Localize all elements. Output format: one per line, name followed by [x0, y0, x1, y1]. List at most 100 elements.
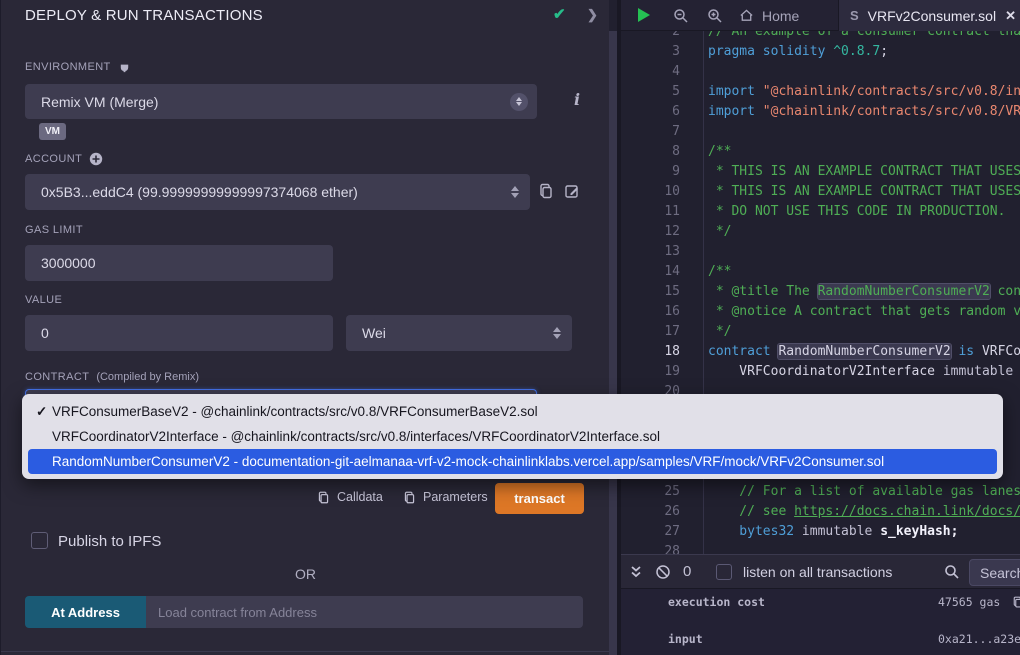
gas-limit-label: GAS LIMIT [25, 224, 83, 236]
line-number: 2 [621, 31, 680, 42]
line-content: contract RandomNumberConsumerV2 is VRFCo… [708, 342, 1020, 362]
code-line-18[interactable]: 18 contract RandomNumberConsumerV2 is VRF… [621, 342, 1020, 362]
line-number: 15 [621, 282, 680, 302]
vm-badge: VM [39, 123, 66, 140]
listen-transactions-label: listen on all transactions [743, 564, 892, 580]
line-number: 4 [621, 62, 680, 82]
line-number: 25 [621, 482, 680, 502]
code-line-12[interactable]: 12 */ [621, 222, 1020, 242]
code-line-17[interactable]: 17 */ [621, 322, 1020, 342]
contract-option-2[interactable]: RandomNumberConsumerV2 - documentation-g… [28, 449, 997, 474]
code-line-26[interactable]: 26 // see https://docs.chain.link/docs/v… [621, 502, 1020, 522]
code-line-5[interactable]: 5import "@chainlink/contracts/src/v0.8/i… [621, 82, 1020, 102]
code-line-28[interactable]: 28 [621, 542, 1020, 554]
value-input[interactable]: 0 [25, 315, 333, 351]
code-line-16[interactable]: 16 * @notice A contract that gets random… [621, 302, 1020, 322]
line-content: * THIS IS AN EXAMPLE CONTRACT THAT USES … [708, 182, 1020, 202]
line-number: 7 [621, 122, 680, 142]
line-content: // see https://docs.chain.link/docs/vrf-… [708, 502, 1020, 522]
line-number: 16 [621, 302, 680, 322]
code-line-4[interactable]: 4 [621, 62, 1020, 82]
code-line-3[interactable]: 3pragma solidity ^0.8.7; [621, 42, 1020, 62]
code-line-2[interactable]: 2// An example of a consumer contract th… [621, 31, 1020, 42]
copy-parameters-icon [403, 491, 416, 504]
edit-account-icon[interactable] [564, 183, 580, 199]
environment-info-icon[interactable]: i [574, 90, 580, 109]
line-number: 5 [621, 82, 680, 102]
clear-console-ban-icon[interactable] [655, 564, 671, 580]
code-line-13[interactable]: 13 [621, 242, 1020, 262]
line-content: VRFCoordinatorV2Interface immutable COOR… [708, 362, 1020, 382]
line-number: 14 [621, 262, 680, 282]
line-number: 27 [621, 522, 680, 542]
tab-vrfv2consumer[interactable]: S VRFv2Consumer.sol ✕ [838, 0, 1020, 31]
code-line-19[interactable]: 19 VRFCoordinatorV2Interface immutable C… [621, 362, 1020, 382]
run-script-play-icon[interactable] [638, 8, 650, 22]
account-select[interactable]: 0x5B3...eddC4 (99.99999999999997374068 e… [25, 174, 530, 210]
code-line-7[interactable]: 7 [621, 122, 1020, 142]
deploy-run-panel: DEPLOY & RUN TRANSACTIONS ✔ ❯ ENVIRONMEN… [0, 0, 609, 655]
line-content: * @notice A contract that gets random va… [708, 302, 1020, 322]
page-title: DEPLOY & RUN TRANSACTIONS [25, 7, 263, 24]
value-unit-select[interactable]: Wei [346, 315, 572, 351]
panel-bottom-divider [1, 651, 610, 652]
add-account-plus-icon[interactable] [89, 152, 103, 166]
line-number: 8 [621, 142, 680, 162]
line-number: 18 [621, 342, 680, 362]
copy-value-icon[interactable] [1012, 596, 1020, 608]
select-stepper-icon [511, 186, 519, 198]
option-label: VRFConsumerBaseV2 - @chainlink/contracts… [52, 404, 538, 419]
environment-select[interactable]: Remix VM (Merge) [25, 84, 537, 119]
transact-button[interactable]: transact [495, 483, 584, 514]
home-icon [739, 8, 754, 23]
code-line-25[interactable]: 25 // For a list of available gas lanes … [621, 482, 1020, 502]
line-number: 11 [621, 202, 680, 222]
line-number: 28 [621, 542, 680, 554]
code-line-8[interactable]: 8/** [621, 142, 1020, 162]
code-line-9[interactable]: 9 * THIS IS AN EXAMPLE CONTRACT THAT USE… [621, 162, 1020, 182]
terminal-row-label: execution cost [668, 595, 765, 609]
contract-option-1[interactable]: VRFCoordinatorV2Interface - @chainlink/c… [28, 424, 997, 449]
environment-label: ENVIRONMENT [25, 60, 131, 73]
line-content: */ [708, 322, 731, 342]
line-content: pragma solidity ^0.8.7; [708, 42, 888, 62]
contract-label: CONTRACT (Compiled by Remix) [25, 371, 199, 383]
code-line-15[interactable]: 15 * @title The RandomNumberConsumerV2 c… [621, 282, 1020, 302]
listen-transactions-checkbox[interactable] [716, 564, 732, 580]
code-line-14[interactable]: 14/** [621, 262, 1020, 282]
code-line-11[interactable]: 11 * DO NOT USE THIS CODE IN PRODUCTION. [621, 202, 1020, 222]
collapse-panel-chevron-icon[interactable]: ❯ [587, 7, 598, 23]
calldata-button[interactable]: Calldata [317, 490, 383, 504]
at-address-button[interactable]: At Address [25, 596, 146, 628]
terminal-output[interactable]: execution cost47565 gasinput0xa21...a23e… [621, 589, 1020, 655]
expand-terminal-chevrons-icon[interactable] [629, 564, 643, 580]
copy-calldata-icon [317, 491, 330, 504]
line-number: 10 [621, 182, 680, 202]
copy-account-icon[interactable] [538, 183, 554, 199]
code-line-6[interactable]: 6import "@chainlink/contracts/src/v0.8/V… [621, 102, 1020, 122]
parameters-button[interactable]: Parameters [403, 490, 488, 504]
line-number: 6 [621, 102, 680, 122]
tab-title: VRFv2Consumer.sol [868, 8, 996, 24]
search-icon [944, 564, 960, 580]
zoom-out-icon[interactable] [673, 8, 689, 24]
compile-success-check-icon: ✔ [553, 5, 566, 23]
or-divider-label: OR [1, 566, 610, 582]
publish-ipfs-checkbox[interactable] [31, 532, 48, 549]
terminal-row-label: input [668, 632, 703, 646]
terminal-search-input[interactable] [969, 559, 1020, 586]
close-tab-icon[interactable]: ✕ [1005, 8, 1016, 24]
at-address-input[interactable] [146, 596, 583, 628]
code-line-27[interactable]: 27 bytes32 immutable s_keyHash; [621, 522, 1020, 542]
account-label: ACCOUNT [25, 152, 103, 166]
tab-home[interactable]: Home [739, 0, 799, 31]
select-stepper-icon [553, 327, 561, 339]
zoom-in-icon[interactable] [707, 8, 723, 24]
code-line-10[interactable]: 10 * THIS IS AN EXAMPLE CONTRACT THAT US… [621, 182, 1020, 202]
line-number: 13 [621, 242, 680, 262]
contract-option-0[interactable]: ✓VRFConsumerBaseV2 - @chainlink/contract… [28, 399, 997, 424]
line-number: 19 [621, 362, 680, 382]
gas-limit-input[interactable]: 3000000 [25, 245, 333, 281]
option-label: RandomNumberConsumerV2 - documentation-g… [52, 454, 884, 469]
panel-scrollbar[interactable] [609, 31, 617, 655]
